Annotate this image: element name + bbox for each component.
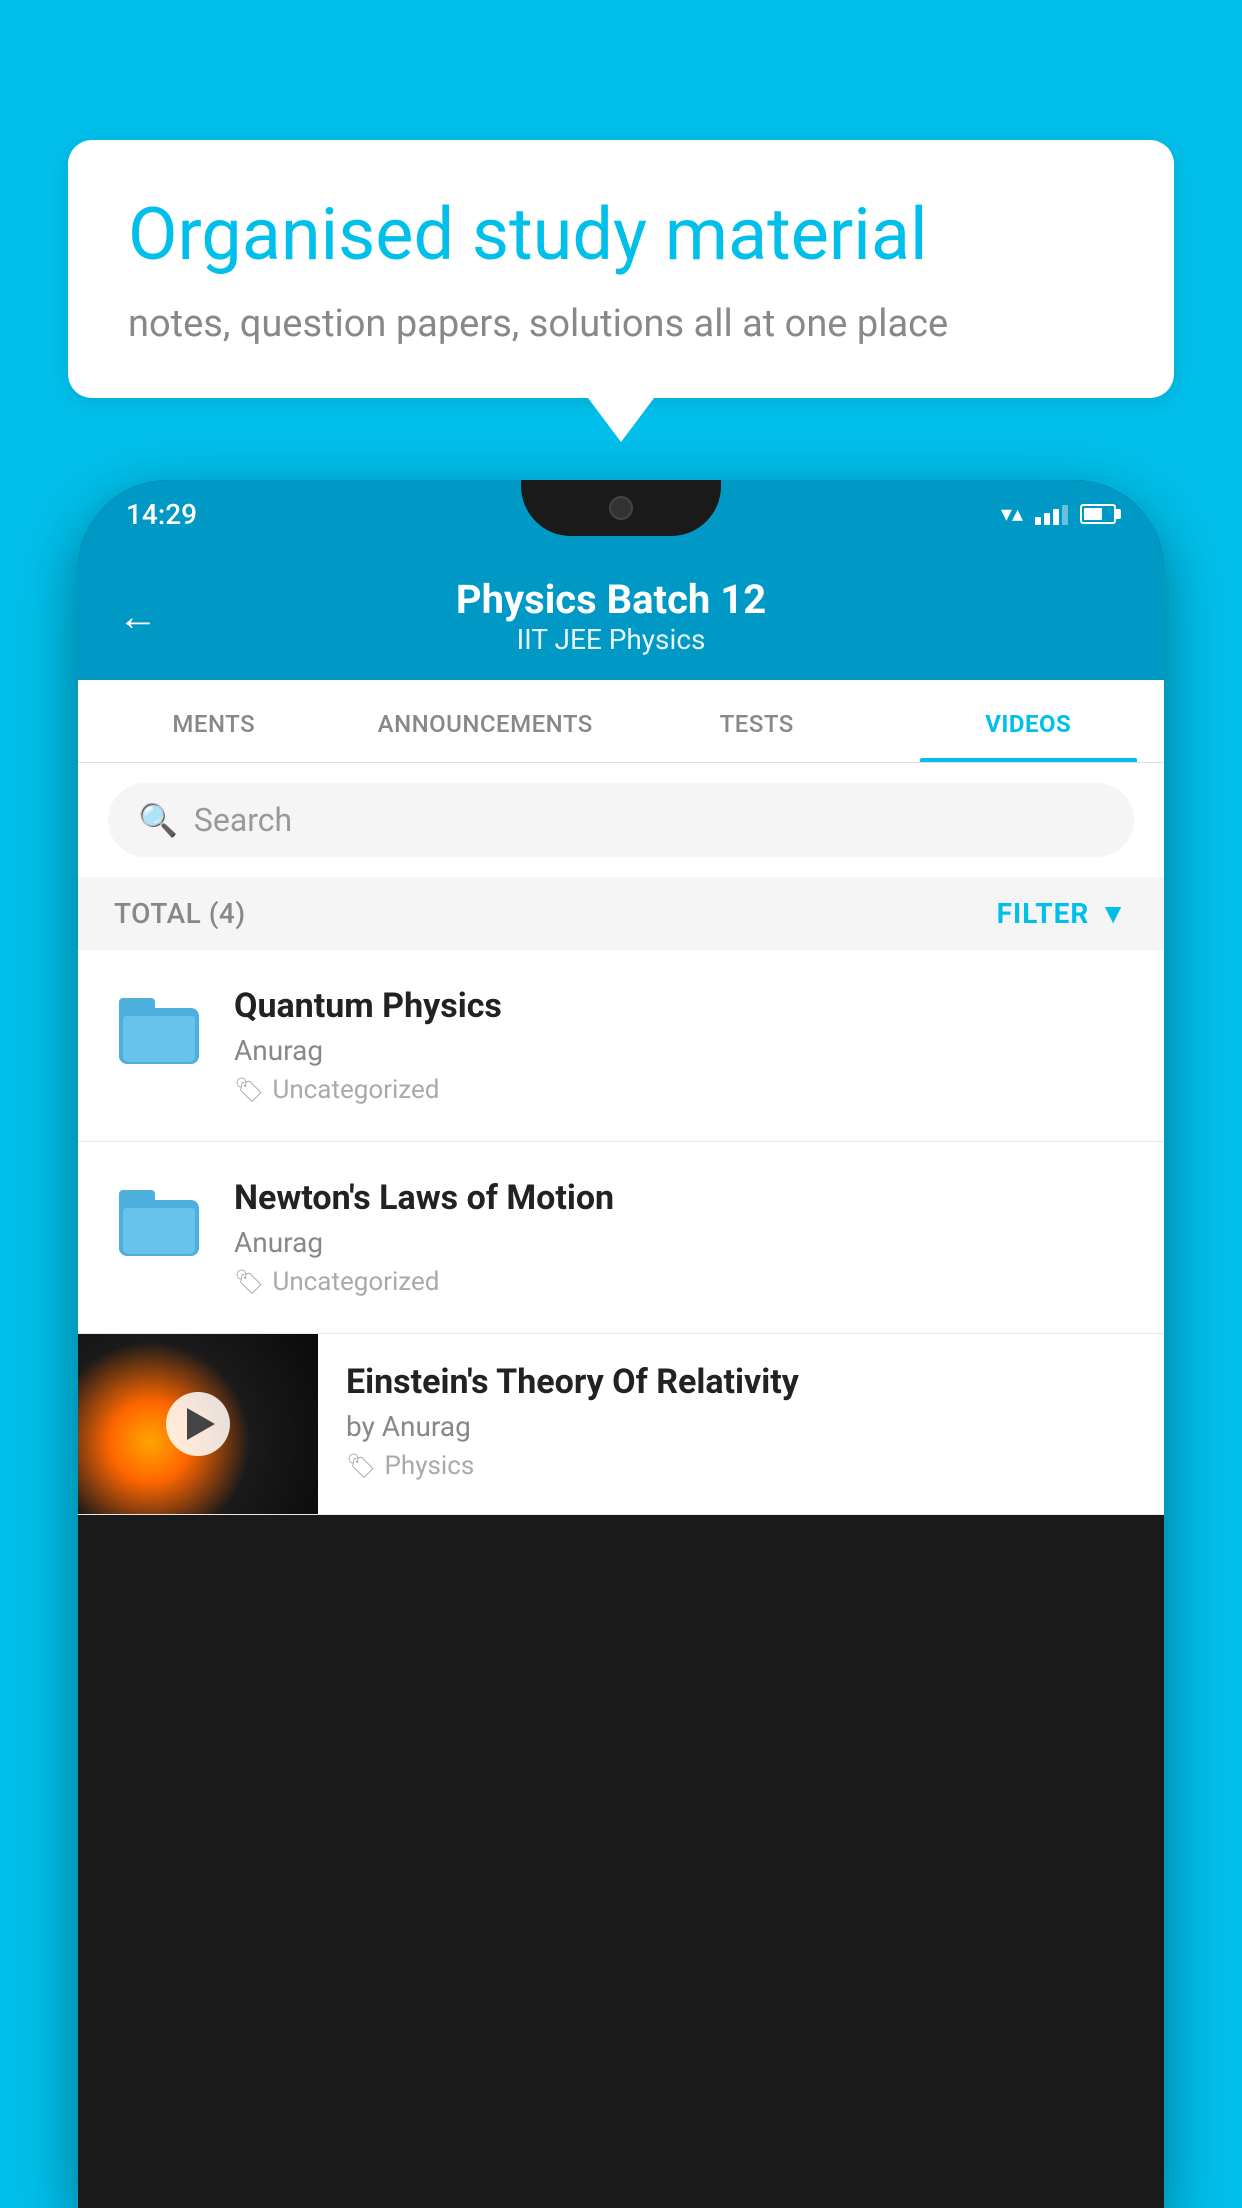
tag-icon: 🏷 bbox=[234, 1268, 264, 1296]
video-info: Newton's Laws of Motion Anurag 🏷 Uncateg… bbox=[234, 1178, 1128, 1297]
filter-label: FILTER bbox=[997, 897, 1090, 930]
tag-text: Uncategorized bbox=[272, 1075, 439, 1105]
folder-tab bbox=[119, 1190, 155, 1208]
app-header: ← Physics Batch 12 IIT JEE Physics bbox=[78, 548, 1164, 680]
header-subtitle: IIT JEE Physics bbox=[188, 623, 1034, 656]
tab-tests[interactable]: TESTS bbox=[621, 680, 893, 762]
phone-frame: 14:29 ▾▴ ← Physics Batch 12 IIT JEE Phys bbox=[78, 480, 1164, 2208]
play-button[interactable] bbox=[166, 1392, 230, 1456]
signal-bar-1 bbox=[1035, 517, 1041, 525]
list-item[interactable]: Einstein's Theory Of Relativity by Anura… bbox=[78, 1334, 1164, 1515]
speech-bubble-title: Organised study material bbox=[128, 192, 1114, 278]
folder-tab bbox=[119, 998, 155, 1016]
video-info: Quantum Physics Anurag 🏷 Uncategorized bbox=[234, 986, 1128, 1105]
video-title: Einstein's Theory Of Relativity bbox=[346, 1362, 1136, 1402]
list-item[interactable]: Newton's Laws of Motion Anurag 🏷 Uncateg… bbox=[78, 1142, 1164, 1334]
battery-icon bbox=[1080, 504, 1116, 524]
tab-ments[interactable]: MENTS bbox=[78, 680, 350, 762]
video-list: Quantum Physics Anurag 🏷 Uncategorized bbox=[78, 950, 1164, 1515]
tag-text: Uncategorized bbox=[272, 1267, 439, 1297]
tag-text: Physics bbox=[384, 1451, 474, 1481]
header-title: Physics Batch 12 bbox=[188, 576, 1034, 623]
video-tag: 🏷 Uncategorized bbox=[234, 1267, 1128, 1297]
video-author: by Anurag bbox=[346, 1410, 1136, 1443]
search-bar[interactable]: 🔍 Search bbox=[108, 783, 1134, 857]
speech-bubble: Organised study material notes, question… bbox=[68, 140, 1174, 398]
wifi-icon: ▾▴ bbox=[1001, 502, 1023, 527]
header-title-area: Physics Batch 12 IIT JEE Physics bbox=[188, 576, 1034, 656]
tab-videos[interactable]: VIDEOS bbox=[893, 680, 1165, 762]
video-tag: 🏷 Uncategorized bbox=[234, 1075, 1128, 1105]
search-icon: 🔍 bbox=[138, 801, 178, 839]
filter-icon: ▼ bbox=[1099, 897, 1128, 930]
tab-announcements[interactable]: ANNOUNCEMENTS bbox=[350, 680, 622, 762]
folder-front bbox=[123, 1016, 195, 1062]
notch bbox=[521, 480, 721, 536]
battery-fill bbox=[1084, 508, 1102, 520]
folder-icon bbox=[119, 1190, 199, 1256]
speech-bubble-subtitle: notes, question papers, solutions all at… bbox=[128, 302, 1114, 346]
filter-button[interactable]: FILTER ▼ bbox=[997, 897, 1128, 930]
folder-front bbox=[123, 1208, 195, 1254]
speech-bubble-container: Organised study material notes, question… bbox=[68, 140, 1174, 398]
total-label: TOTAL (4) bbox=[114, 897, 246, 930]
folder-icon-wrap bbox=[114, 986, 204, 1076]
video-thumbnail bbox=[78, 1334, 318, 1514]
video-author: Anurag bbox=[234, 1034, 1128, 1067]
folder-icon-wrap bbox=[114, 1178, 204, 1268]
video-info: Einstein's Theory Of Relativity by Anura… bbox=[318, 1334, 1164, 1509]
tag-icon: 🏷 bbox=[346, 1452, 376, 1480]
back-button[interactable]: ← bbox=[118, 593, 158, 640]
phone-container: 14:29 ▾▴ ← Physics Batch 12 IIT JEE Phys bbox=[78, 480, 1164, 2208]
tag-icon: 🏷 bbox=[234, 1076, 264, 1104]
status-bar: 14:29 ▾▴ bbox=[78, 480, 1164, 548]
video-title: Quantum Physics bbox=[234, 986, 1128, 1026]
tabs-container: MENTS ANNOUNCEMENTS TESTS VIDEOS bbox=[78, 680, 1164, 763]
video-title: Newton's Laws of Motion bbox=[234, 1178, 1128, 1218]
play-icon bbox=[187, 1408, 215, 1440]
signal-bar-4 bbox=[1062, 505, 1068, 525]
folder-icon bbox=[119, 998, 199, 1064]
search-bar-container: 🔍 Search bbox=[78, 763, 1164, 877]
camera-dot bbox=[609, 496, 633, 520]
video-author: Anurag bbox=[234, 1226, 1128, 1259]
total-bar: TOTAL (4) FILTER ▼ bbox=[78, 877, 1164, 950]
status-icons: ▾▴ bbox=[1001, 502, 1116, 527]
search-placeholder: Search bbox=[194, 801, 292, 839]
video-tag: 🏷 Physics bbox=[346, 1451, 1136, 1481]
list-item[interactable]: Quantum Physics Anurag 🏷 Uncategorized bbox=[78, 950, 1164, 1142]
signal-bar-2 bbox=[1044, 513, 1050, 525]
status-time: 14:29 bbox=[126, 498, 197, 531]
signal-bar-3 bbox=[1053, 509, 1059, 525]
signal-bars bbox=[1035, 503, 1068, 525]
